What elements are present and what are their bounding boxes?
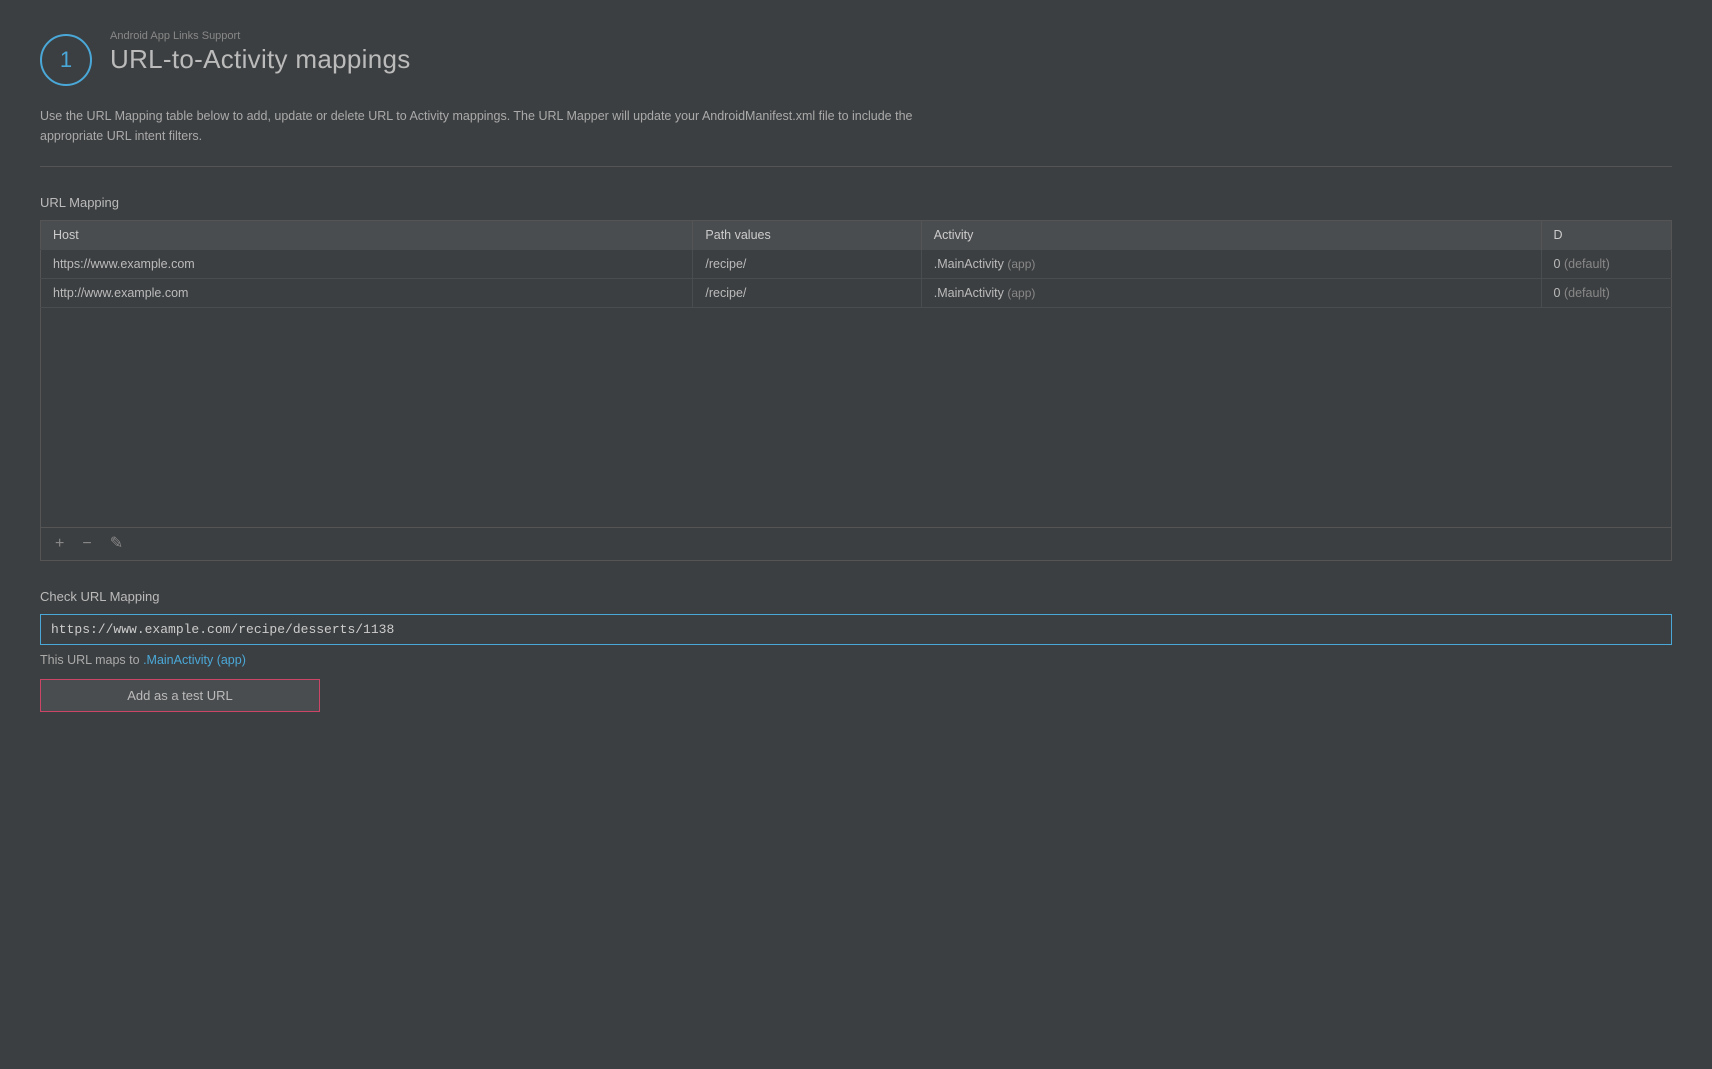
remove-row-button[interactable]: − bbox=[78, 534, 95, 554]
url-maps-to-text: This URL maps to .MainActivity (app) bbox=[40, 653, 1672, 667]
maps-to-label: This URL maps to bbox=[40, 653, 140, 667]
add-row-button[interactable]: + bbox=[51, 534, 68, 554]
check-url-section: Check URL Mapping This URL maps to .Main… bbox=[40, 589, 1672, 712]
description-text: Use the URL Mapping table below to add, … bbox=[40, 106, 940, 146]
step-number: 1 bbox=[60, 47, 72, 73]
url-mapping-title: URL Mapping bbox=[40, 195, 1672, 210]
d-default-1: (default) bbox=[1564, 257, 1610, 271]
cell-activity-1: .MainActivity (app) bbox=[921, 250, 1541, 279]
cell-path-2: /recipe/ bbox=[693, 279, 921, 308]
url-mapping-section: URL Mapping Host Path values Activity D … bbox=[40, 195, 1672, 561]
activity-name-1: .MainActivity bbox=[934, 257, 1004, 271]
d-default-2: (default) bbox=[1564, 286, 1610, 300]
col-header-path: Path values bbox=[693, 221, 921, 250]
activity-module-2: (app) bbox=[1007, 286, 1035, 300]
table-header: Host Path values Activity D bbox=[41, 221, 1672, 250]
add-test-url-button[interactable]: Add as a test URL bbox=[40, 679, 320, 712]
url-mapping-table: Host Path values Activity D https://www.… bbox=[40, 220, 1672, 528]
check-url-title: Check URL Mapping bbox=[40, 589, 1672, 604]
maps-to-link[interactable]: .MainActivity (app) bbox=[143, 653, 246, 667]
header-title: URL-to-Activity mappings bbox=[110, 44, 411, 75]
header-section: 1 Android App Links Support URL-to-Activ… bbox=[40, 30, 1672, 86]
header-text-block: Android App Links Support URL-to-Activit… bbox=[110, 30, 411, 75]
cell-host-2: http://www.example.com bbox=[41, 279, 693, 308]
section-divider bbox=[40, 166, 1672, 167]
empty-cell bbox=[41, 308, 1672, 528]
col-header-activity: Activity bbox=[921, 221, 1541, 250]
col-header-d: D bbox=[1541, 221, 1671, 250]
cell-host-1: https://www.example.com bbox=[41, 250, 693, 279]
table-row[interactable]: http://www.example.com /recipe/ .MainAct… bbox=[41, 279, 1672, 308]
check-url-input[interactable] bbox=[40, 614, 1672, 645]
step-circle: 1 bbox=[40, 34, 92, 86]
cell-activity-2: .MainActivity (app) bbox=[921, 279, 1541, 308]
activity-name-2: .MainActivity bbox=[934, 286, 1004, 300]
edit-row-button[interactable]: ✎ bbox=[106, 534, 127, 554]
cell-path-1: /recipe/ bbox=[693, 250, 921, 279]
table-header-row: Host Path values Activity D bbox=[41, 221, 1672, 250]
activity-module-1: (app) bbox=[1007, 257, 1035, 271]
cell-d-2: 0 (default) bbox=[1541, 279, 1671, 308]
cell-d-1: 0 (default) bbox=[1541, 250, 1671, 279]
table-body: https://www.example.com /recipe/ .MainAc… bbox=[41, 250, 1672, 528]
page-container: 1 Android App Links Support URL-to-Activ… bbox=[0, 0, 1712, 752]
table-empty-area bbox=[41, 308, 1672, 528]
table-toolbar: + − ✎ bbox=[40, 528, 1672, 561]
d-value-2: 0 bbox=[1554, 286, 1561, 300]
header-subtitle: Android App Links Support bbox=[110, 30, 411, 42]
d-value-1: 0 bbox=[1554, 257, 1561, 271]
table-row[interactable]: https://www.example.com /recipe/ .MainAc… bbox=[41, 250, 1672, 279]
col-header-host: Host bbox=[41, 221, 693, 250]
